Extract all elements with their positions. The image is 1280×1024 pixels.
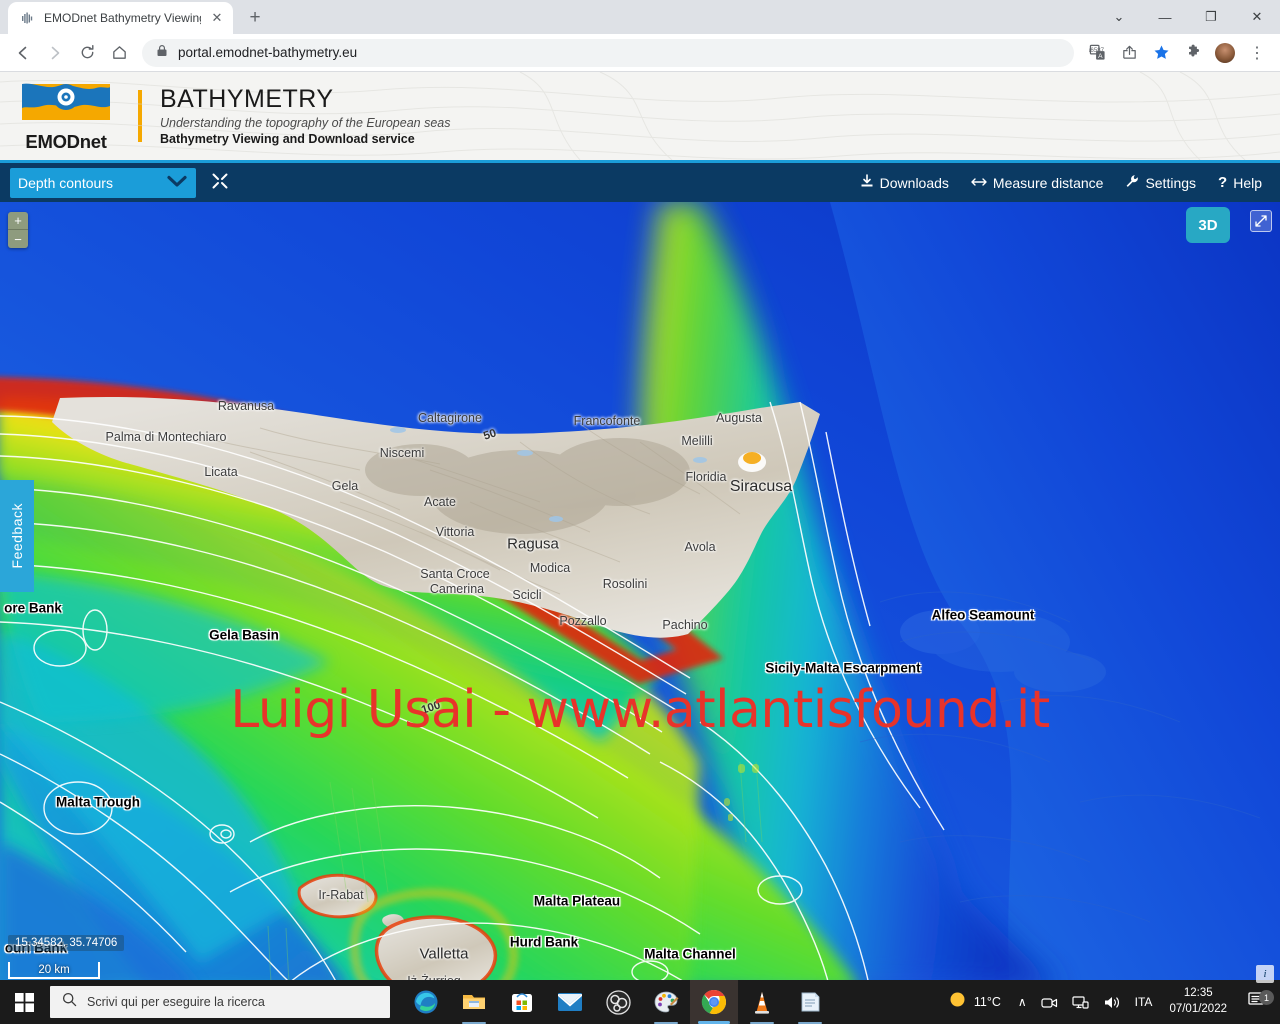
notepad-icon[interactable] [786,980,834,1024]
svg-text:A: A [1098,53,1103,60]
feedback-label: Feedback [9,503,25,569]
url-text: portal.emodnet-bathymetry.eu [178,45,358,60]
toolbar-actions: A \u6587 ⋮ [1082,38,1272,68]
zoom-out-button[interactable]: − [8,230,28,248]
wrench-icon [1125,174,1139,191]
maximize-button[interactable]: ❐ [1188,0,1234,34]
feedback-tab[interactable]: Feedback [0,480,34,592]
language-indicator[interactable]: ITA [1128,980,1160,1024]
service-name: Bathymetry Viewing and Download service [160,131,415,146]
bathymetry-favicon [20,10,36,26]
help-label: Help [1233,174,1262,191]
clock[interactable]: 12:35 07/01/2022 [1159,986,1237,1017]
close-window-button[interactable]: ✕ [1234,0,1280,34]
downloads-button[interactable]: Downloads [860,174,949,191]
scale-bar: 20 km [8,962,100,979]
page-subtitle: Understanding the topography of the Euro… [160,115,451,130]
address-bar[interactable]: portal.emodnet-bathymetry.eu [142,38,1074,67]
close-icon[interactable]: ✕ [209,10,225,26]
taskbar-apps [402,980,834,1024]
emodnet-logo[interactable]: EMODnet [0,80,118,153]
chevron-down-icon[interactable]: ⌄ [1096,0,1142,34]
measure-distance-button[interactable]: Measure distance [971,174,1104,191]
network-icon[interactable] [1065,980,1096,1024]
question-icon: ? [1218,174,1228,191]
back-icon[interactable] [8,38,38,68]
settings-button[interactable]: Settings [1125,174,1196,191]
clock-date: 07/01/2022 [1169,1003,1227,1015]
new-tab-button[interactable]: + [241,4,269,32]
forward-icon[interactable] [40,38,70,68]
system-tray: 11°C ∧ ITA 12:35 07/01/2022 1 [939,980,1280,1024]
header-titles: BATHYMETRY Understanding the topography … [160,85,451,146]
show-hidden-icons-button[interactable]: ∧ [1011,980,1034,1024]
help-button[interactable]: ? Help [1218,174,1262,191]
bathymetry-map [0,202,1280,989]
expand-icon[interactable] [210,173,230,193]
windows-icon[interactable] [0,980,48,1024]
tab-title: EMODnet Bathymetry Viewing an [44,11,201,25]
store-icon[interactable] [498,980,546,1024]
svg-text:\u6587: \u6587 [1089,47,1105,54]
coordinates-readout: 15.34582, 35.74706 [8,935,125,951]
tab-strip: EMODnet Bathymetry Viewing an ✕ + ⌄ — ❐ … [0,0,1280,34]
map-viewport[interactable]: + − Feedback 3D Ravanusa Palma di Montec… [0,202,1280,989]
minimize-button[interactable]: — [1142,0,1188,34]
obs-icon[interactable] [594,980,642,1024]
page-title: BATHYMETRY [160,85,334,114]
avatar[interactable] [1210,38,1240,68]
emodnet-mark-icon [22,83,110,120]
chevron-down-icon [166,174,188,191]
measure-distance-label: Measure distance [992,174,1104,191]
fullscreen-icon[interactable] [1250,210,1272,232]
page-content: EMODnet BATHYMETRY Understanding the top… [0,72,1280,992]
home-icon[interactable] [104,38,134,68]
layer-select[interactable]: Depth contours [10,167,196,198]
layer-select-value: Depth contours [18,174,113,191]
site-header: EMODnet BATHYMETRY Understanding the top… [0,72,1280,160]
sun-icon [949,991,966,1013]
camera-icon[interactable] [1034,980,1065,1024]
paint-icon[interactable] [642,980,690,1024]
notifications-count: 1 [1259,990,1274,1005]
notifications-icon[interactable]: 1 [1237,990,1276,1013]
browser-toolbar: portal.emodnet-bathymetry.eu A \u6587 [0,34,1280,72]
puzzle-icon[interactable] [1178,38,1208,68]
downloads-label: Downloads [879,174,949,191]
explorer-icon[interactable] [450,980,498,1024]
temperature-value: 11°C [973,995,1001,1009]
zoom-in-button[interactable]: + [8,212,28,230]
lock-icon [156,44,168,62]
volume-icon[interactable] [1096,980,1128,1024]
zoom-controls: + − [8,212,28,248]
window-controls: ⌄ — ❐ ✕ [1096,0,1280,34]
weather-widget[interactable]: 11°C [939,991,1011,1013]
browser-window: EMODnet Bathymetry Viewing an ✕ + ⌄ — ❐ … [0,0,1280,1024]
app-toolbar-links: Downloads Measure distance Settings ? He… [860,174,1270,191]
clock-time: 12:35 [1183,987,1213,1000]
menu-icon[interactable]: ⋮ [1242,38,1272,68]
taskbar-search-input[interactable]: Scrivi qui per eseguire la ricerca [50,986,390,1018]
3d-toggle-button[interactable]: 3D [1186,207,1230,243]
mail-icon[interactable] [546,980,594,1024]
share-icon[interactable] [1114,38,1144,68]
info-icon[interactable]: i [1256,965,1274,983]
taskbar-search-placeholder: Scrivi qui per eseguire la ricerca [87,995,265,1009]
chrome-icon[interactable] [690,980,738,1024]
reload-icon[interactable] [72,38,102,68]
edge-icon[interactable] [402,980,450,1024]
settings-label: Settings [1145,174,1197,191]
windows-taskbar: Scrivi qui per eseguire la ricerca 11°C … [0,980,1280,1024]
download-icon [860,174,874,191]
translate-icon[interactable]: A \u6587 [1082,38,1112,68]
measure-icon [971,175,987,191]
vlc-icon[interactable] [738,980,786,1024]
browser-tab[interactable]: EMODnet Bathymetry Viewing an ✕ [8,2,233,34]
emodnet-wordmark: EMODnet [25,130,107,152]
search-icon [62,992,77,1012]
app-toolbar: Depth contours Downloads Measure distanc… [0,160,1280,202]
bookmark-star-icon[interactable] [1146,38,1176,68]
